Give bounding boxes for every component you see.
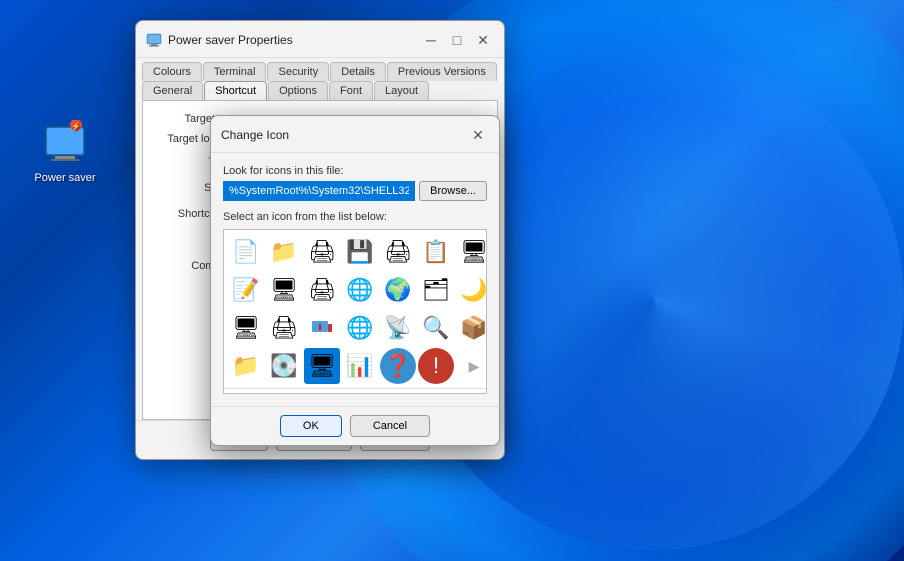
icon-cell-10[interactable]: 🖥 (266, 272, 302, 308)
icon-cell-4[interactable]: 🖨 (380, 234, 416, 270)
tabs-row-2: General Shortcut Options Font Layout (142, 81, 498, 100)
tab-colours[interactable]: Colours (142, 62, 202, 81)
icon-cell-6[interactable]: 🖥 (456, 234, 487, 270)
title-icon (146, 32, 162, 48)
icon-cell-21[interactable]: 🌐 (342, 310, 378, 346)
modal-titlebar: Change Icon ✕ (211, 116, 499, 153)
titlebar-controls: ─ □ ✕ (420, 29, 494, 51)
tab-options[interactable]: Options (268, 81, 328, 100)
icon-cell-28[interactable]: 💽 (266, 348, 302, 384)
icon-cell-0[interactable]: 📄 (228, 234, 264, 270)
modal-title: Change Icon (221, 128, 289, 142)
tab-security[interactable]: Security (267, 62, 329, 81)
tab-terminal[interactable]: Terminal (203, 62, 267, 81)
desktop-icon-label: Power saver (34, 172, 95, 184)
change-icon-modal: Change Icon ✕ Look for icons in this fil… (210, 115, 500, 446)
icon-cell-5[interactable]: 📋 (418, 234, 454, 270)
titlebar-left: Power saver Properties (146, 32, 293, 48)
icon-cell-18[interactable]: 🖥 (228, 310, 264, 346)
modal-close-button[interactable]: ✕ (467, 124, 489, 146)
close-button[interactable]: ✕ (472, 29, 494, 51)
icon-cell-27[interactable]: 📁 (228, 348, 264, 384)
icon-cell-29[interactable]: 🖥 (304, 348, 340, 384)
icon-cell-19[interactable]: 🖨 (266, 310, 302, 346)
tab-font[interactable]: Font (329, 81, 373, 100)
icon-cell-9[interactable]: 📝 (228, 272, 264, 308)
modal-footer: OK Cancel (211, 406, 499, 445)
tabs-container-row1: Colours Terminal Security Details Previo… (136, 58, 504, 81)
icon-cell-2[interactable]: 🖨 (304, 234, 340, 270)
file-path-input[interactable] (223, 181, 415, 201)
desktop: ⚡ Power saver Power saver Properties ─ □… (0, 0, 904, 561)
tab-previous-versions[interactable]: Previous Versions (387, 62, 497, 81)
icon-cell-11[interactable]: 🖨 (304, 272, 340, 308)
maximize-button[interactable]: □ (446, 29, 468, 51)
tabs-container-row2: General Shortcut Options Font Layout (136, 81, 504, 100)
svg-text:⚡: ⚡ (71, 121, 81, 131)
tabs-row-1: Colours Terminal Security Details Previo… (142, 62, 498, 81)
icon-cell-32[interactable]: ! (418, 348, 454, 384)
icon-cell-3[interactable]: 💾 (342, 234, 378, 270)
tab-shortcut[interactable]: Shortcut (204, 81, 267, 100)
icons-grid: 📄 📁 🖨 💾 🖨 📋 🖥 ⬛ ↗ 📝 🖥 🖨 🌐 🌍 🗂 (224, 230, 486, 388)
icon-cell-22[interactable]: 📡 (380, 310, 416, 346)
scrollbar-indicator: — (224, 388, 486, 394)
icons-grid-container[interactable]: 📄 📁 🖨 💾 🖨 📋 🖥 ⬛ ↗ 📝 🖥 🖨 🌐 🌍 🗂 (223, 229, 487, 394)
dialog-titlebar: Power saver Properties ─ □ ✕ (136, 21, 504, 58)
icon-cell-24[interactable]: 📦 (456, 310, 487, 346)
browse-button[interactable]: Browse... (419, 181, 487, 201)
tab-layout[interactable]: Layout (374, 81, 429, 100)
icon-cell-20[interactable] (304, 310, 340, 346)
select-icon-label: Select an icon from the list below: (223, 211, 487, 223)
icon-cell-23[interactable]: 🔍 (418, 310, 454, 346)
tab-details[interactable]: Details (330, 62, 386, 81)
icon-cell-1[interactable]: 📁 (266, 234, 302, 270)
icon-cell-15[interactable]: 🌙 (456, 272, 487, 308)
icon-cell-31[interactable]: ❓ (380, 348, 416, 384)
icon-cell-13[interactable]: 🌍 (380, 272, 416, 308)
dialog-title: Power saver Properties (168, 33, 293, 47)
desktop-icon-power-saver[interactable]: ⚡ Power saver (30, 120, 100, 184)
look-for-label: Look for icons in this file: (223, 165, 487, 177)
modal-body: Look for icons in this file: Browse... S… (211, 153, 499, 406)
desktop-icon-image: ⚡ (41, 120, 89, 168)
file-path-row: Browse... (223, 181, 487, 201)
tab-general[interactable]: General (142, 81, 203, 100)
minimize-button[interactable]: ─ (420, 29, 442, 51)
icon-cell-12[interactable]: 🌐 (342, 272, 378, 308)
modal-ok-button[interactable]: OK (280, 415, 342, 437)
icon-cell-30[interactable]: 📊 (342, 348, 378, 384)
icon-cell-33[interactable]: ▶ (456, 348, 487, 384)
icon-cell-14[interactable]: 🗂 (418, 272, 454, 308)
modal-cancel-button[interactable]: Cancel (350, 415, 430, 437)
